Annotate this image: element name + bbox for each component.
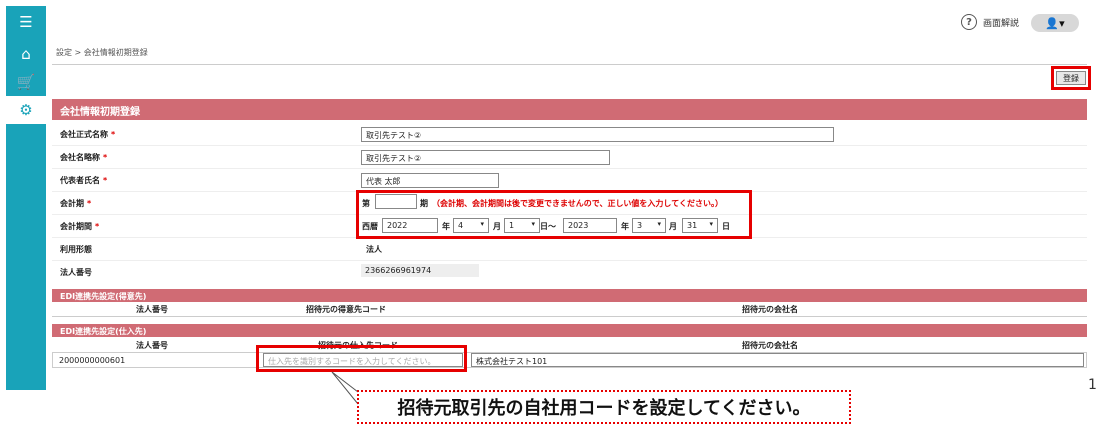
register-button-highlight: 登録 bbox=[1051, 66, 1091, 90]
sidebar: ☰ ⌂ 🛒 ⚙ bbox=[6, 6, 46, 390]
top-bar: ? 画面解説 👤▾ bbox=[46, 6, 1097, 38]
usage-label: 利用形態 bbox=[60, 245, 92, 254]
col-company-name: 招待元の会社名 bbox=[742, 305, 798, 314]
fiscal-highlight-box bbox=[356, 190, 752, 239]
table-row: 2000000000601 仕入先を識別するコードを入力してください。 株式会社… bbox=[52, 352, 1087, 368]
official-name-input[interactable]: 取引先テスト② bbox=[361, 127, 834, 142]
col-corp-number: 法人番号 bbox=[136, 341, 168, 350]
usage-value: 法人 bbox=[366, 245, 382, 254]
short-name-input[interactable]: 取引先テスト② bbox=[361, 150, 610, 165]
divider bbox=[52, 316, 1087, 317]
page-number: 1 bbox=[1088, 377, 1097, 393]
representative-label: 代表者氏名 * bbox=[60, 176, 108, 185]
help-label: 画面解説 bbox=[982, 18, 1019, 29]
section-title-edi-supplier: EDI連携先設定(仕入先) bbox=[52, 324, 1087, 337]
help-icon: ? bbox=[960, 14, 977, 30]
home-icon[interactable]: ⌂ bbox=[6, 40, 46, 68]
col-customer-code: 招待元の得意先コード bbox=[306, 305, 386, 314]
callout: 招待元取引先の自社用コードを設定してください。 bbox=[357, 390, 851, 424]
fiscal-term-label: 会計期 * bbox=[60, 199, 92, 208]
code-highlight-box bbox=[256, 345, 467, 372]
company-name-field[interactable]: 株式会社テスト101 bbox=[471, 353, 1084, 367]
register-button[interactable]: 登録 bbox=[1056, 71, 1086, 85]
row-corp-number: 2000000000601 bbox=[59, 356, 126, 365]
col-corp-number: 法人番号 bbox=[136, 305, 168, 314]
help-link[interactable]: ? 画面解説 bbox=[960, 14, 1019, 30]
corp-number-label: 法人番号 bbox=[60, 268, 92, 277]
section-title-edi-customer: EDI連携先設定(得意先) bbox=[52, 289, 1087, 302]
cart-icon[interactable]: 🛒 bbox=[6, 68, 46, 96]
short-name-label: 会社名略称 * bbox=[60, 153, 108, 162]
user-menu-button[interactable]: 👤▾ bbox=[1031, 14, 1079, 32]
section-title-company: 会社情報初期登録 bbox=[52, 99, 1087, 120]
breadcrumb: 設定 > 会社情報初期登録 bbox=[56, 48, 148, 57]
gear-icon[interactable]: ⚙ bbox=[6, 96, 46, 124]
row-representative: 代表者氏名 * 代表 太郎 bbox=[52, 169, 1087, 192]
corp-number-value: 2366266961974 bbox=[361, 264, 479, 277]
col-company-name: 招待元の会社名 bbox=[742, 341, 798, 350]
menu-icon[interactable]: ☰ bbox=[6, 8, 46, 36]
row-usage: 利用形態 法人 bbox=[52, 238, 1087, 261]
representative-input[interactable]: 代表 太郎 bbox=[361, 173, 499, 188]
divider bbox=[52, 64, 1087, 65]
edi-customer-table-header: 法人番号 招待元の得意先コード 招待元の会社名 bbox=[52, 304, 1087, 315]
row-short-name: 会社名略称 * 取引先テスト② bbox=[52, 146, 1087, 169]
edi-supplier-table-header: 法人番号 招待元の仕入先コード 招待元の会社名 bbox=[52, 340, 1087, 351]
fiscal-period-label: 会計期間 * bbox=[60, 222, 100, 231]
row-official-name: 会社正式名称 * 取引先テスト② bbox=[52, 123, 1087, 146]
official-name-label: 会社正式名称 * bbox=[60, 130, 116, 139]
row-corp-number: 法人番号 2366266961974 bbox=[52, 261, 1087, 284]
